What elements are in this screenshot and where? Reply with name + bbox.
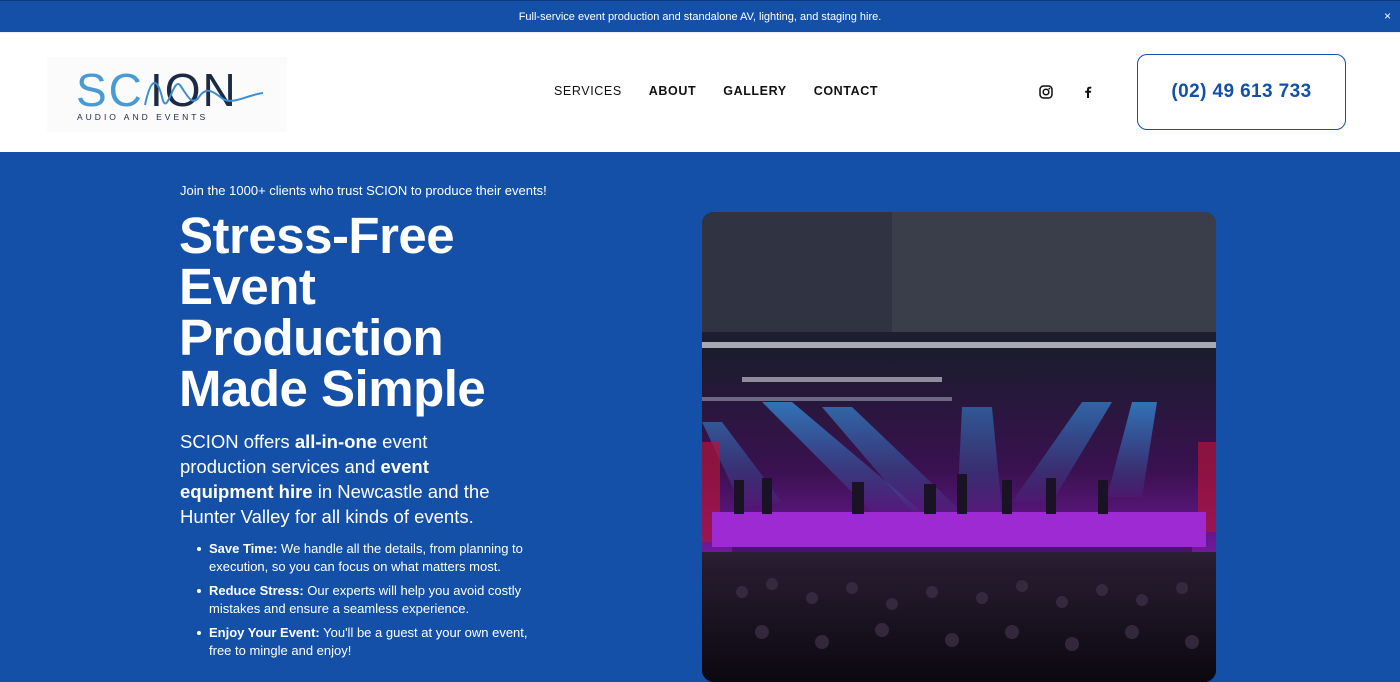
nav-contact[interactable]: CONTACT — [814, 84, 878, 98]
announcement-text: Full-service event production and standa… — [518, 10, 882, 23]
close-icon[interactable]: × — [1384, 9, 1391, 23]
nav-services[interactable]: SERVICES — [554, 84, 622, 98]
list-item: Enjoy Your Event: You'll be a guest at y… — [197, 625, 528, 658]
list-item: Reduce Stress: Our experts will help you… — [197, 582, 529, 618]
list-item: Save Time: We handle all the details, fr… — [197, 540, 529, 576]
hero-headline: Stress-Free Event Production Made Simple — [179, 210, 599, 414]
site-header: SC ION AUDIO AND EVENTS SERVICES ABOUT G… — [0, 33, 1400, 152]
announcement-bar: Full-service event production and standa… — [0, 0, 1400, 33]
main-nav: SERVICES ABOUT GALLERY CONTACT — [554, 84, 905, 98]
site-logo[interactable]: SC ION AUDIO AND EVENTS — [47, 57, 287, 132]
headline-line: Stress-Free — [179, 207, 455, 264]
headline-line: Made Simple — [179, 360, 486, 417]
headline-line: Production — [179, 309, 444, 366]
logo-title: SC — [76, 64, 144, 116]
instagram-icon[interactable] — [1038, 84, 1054, 100]
hero-eyebrow: Join the 1000+ clients who trust SCION t… — [180, 183, 547, 198]
nav-about[interactable]: ABOUT — [649, 84, 696, 98]
hero-image — [702, 212, 1216, 682]
benefits-list: Save Time: We handle all the details, fr… — [197, 540, 529, 666]
nav-gallery[interactable]: GALLERY — [723, 84, 786, 98]
hero-lede: SCION offers all-in-one event production… — [180, 431, 490, 527]
svg-text:ION: ION — [150, 64, 238, 116]
phone-button[interactable]: (02) 49 613 733 — [1137, 54, 1346, 130]
hero-section: Join the 1000+ clients who trust SCION t… — [0, 152, 1400, 682]
logo-subtitle: AUDIO AND EVENTS — [77, 112, 208, 122]
facebook-icon[interactable] — [1080, 84, 1096, 100]
headline-line: Event — [179, 258, 316, 315]
